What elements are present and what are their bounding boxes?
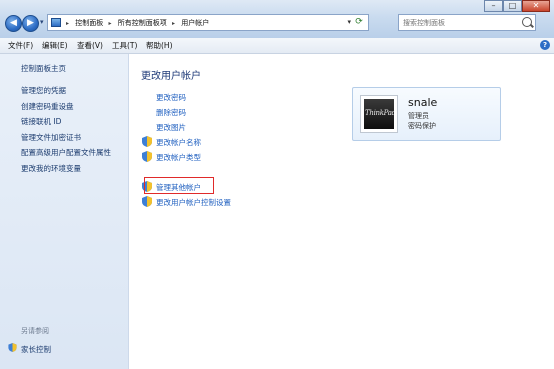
uac-shield-icon bbox=[142, 151, 152, 162]
account-name: snale bbox=[408, 96, 438, 109]
forward-button[interactable]: ▶ bbox=[22, 15, 39, 32]
breadcrumb-user-accounts[interactable]: 用户帐户 bbox=[181, 19, 209, 27]
menu-help[interactable]: 帮助(H) bbox=[146, 38, 173, 53]
sidebar-item-control-panel-home[interactable]: 控制面板主页 bbox=[21, 63, 66, 74]
sidebar-item-password-reset-disk[interactable]: 创建密码重设盘 bbox=[21, 101, 74, 112]
change-account-type-link[interactable]: 更改帐户类型 bbox=[156, 152, 201, 163]
shield-icon bbox=[8, 343, 17, 352]
chevron-right-icon[interactable]: ▸ bbox=[172, 20, 175, 27]
maximize-button[interactable]: □ bbox=[503, 0, 522, 12]
highlight-box bbox=[144, 177, 214, 194]
uac-shield-icon bbox=[142, 136, 152, 147]
left-pane: 控制面板主页 管理您的凭据 创建密码重设盘 链接联机 ID 管理文件加密证书 配… bbox=[0, 54, 129, 369]
refresh-icon[interactable]: ⟳ bbox=[353, 17, 365, 28]
chevron-right-icon[interactable]: ▸ bbox=[66, 20, 69, 27]
sidebar-item-manage-credentials[interactable]: 管理您的凭据 bbox=[21, 85, 66, 96]
back-button[interactable]: ◀ bbox=[5, 15, 22, 32]
menu-edit[interactable]: 编辑(E) bbox=[42, 38, 68, 53]
sidebar-item-parental-controls[interactable]: 家长控制 bbox=[21, 344, 51, 355]
close-button[interactable]: ✕ bbox=[522, 0, 550, 12]
uac-settings-link[interactable]: 更改用户帐户控制设置 bbox=[156, 197, 231, 208]
window-controls: – □ ✕ bbox=[484, 0, 550, 12]
help-icon[interactable]: ? bbox=[540, 40, 550, 50]
sidebar-item-environment-variables[interactable]: 更改我的环境变量 bbox=[21, 163, 81, 174]
title-bar: ◀ ▶ ▾ ▸ 控制面板 ▸ 所有控制面板项 ▸ 用户帐户 ▾ ⟳ – □ ✕ bbox=[0, 0, 554, 38]
see-also-heading: 另请参阅 bbox=[21, 327, 49, 335]
chevron-right-icon[interactable]: ▸ bbox=[108, 20, 111, 27]
breadcrumb-all-items[interactable]: 所有控制面板项 bbox=[118, 19, 167, 27]
user-picture-label: ThinkPad bbox=[365, 109, 394, 117]
search-icon[interactable] bbox=[522, 17, 532, 27]
account-role: 管理员 bbox=[408, 112, 429, 120]
address-dropdown-icon[interactable]: ▾ bbox=[347, 18, 351, 26]
menu-file[interactable]: 文件(F) bbox=[8, 38, 33, 53]
menu-bar: 文件(F) 编辑(E) 查看(V) 工具(T) 帮助(H) ? bbox=[0, 38, 554, 54]
control-panel-icon bbox=[51, 18, 61, 27]
search-input[interactable] bbox=[403, 16, 515, 29]
address-bar[interactable]: ▸ 控制面板 ▸ 所有控制面板项 ▸ 用户帐户 ▾ ⟳ bbox=[47, 14, 369, 31]
breadcrumb-control-panel[interactable]: 控制面板 bbox=[75, 19, 103, 27]
recent-pages-dropdown[interactable]: ▾ bbox=[40, 18, 44, 26]
account-status: 密码保护 bbox=[408, 122, 436, 130]
menu-view[interactable]: 查看(V) bbox=[77, 38, 103, 53]
change-password-link[interactable]: 更改密码 bbox=[156, 92, 186, 103]
sidebar-item-encryption-certificates[interactable]: 管理文件加密证书 bbox=[21, 132, 81, 143]
minimize-button[interactable]: – bbox=[484, 0, 503, 12]
avatar: ThinkPad bbox=[360, 95, 398, 133]
change-account-name-link[interactable]: 更改帐户名称 bbox=[156, 137, 201, 148]
uac-shield-icon bbox=[142, 196, 152, 207]
account-card: ThinkPad snale 管理员 密码保护 bbox=[352, 87, 501, 141]
user-picture: ThinkPad bbox=[364, 99, 394, 129]
sidebar-item-link-online-id[interactable]: 链接联机 ID bbox=[21, 116, 61, 127]
change-picture-link[interactable]: 更改图片 bbox=[156, 122, 186, 133]
sidebar-item-advanced-profile[interactable]: 配置高级用户配置文件属性 bbox=[21, 147, 111, 158]
remove-password-link[interactable]: 删除密码 bbox=[156, 107, 186, 118]
page-title: 更改用户帐户 bbox=[141, 71, 201, 82]
menu-tools[interactable]: 工具(T) bbox=[112, 38, 137, 53]
breadcrumb: ▸ 控制面板 ▸ 所有控制面板项 ▸ 用户帐户 bbox=[66, 18, 212, 28]
search-box[interactable] bbox=[398, 14, 536, 31]
